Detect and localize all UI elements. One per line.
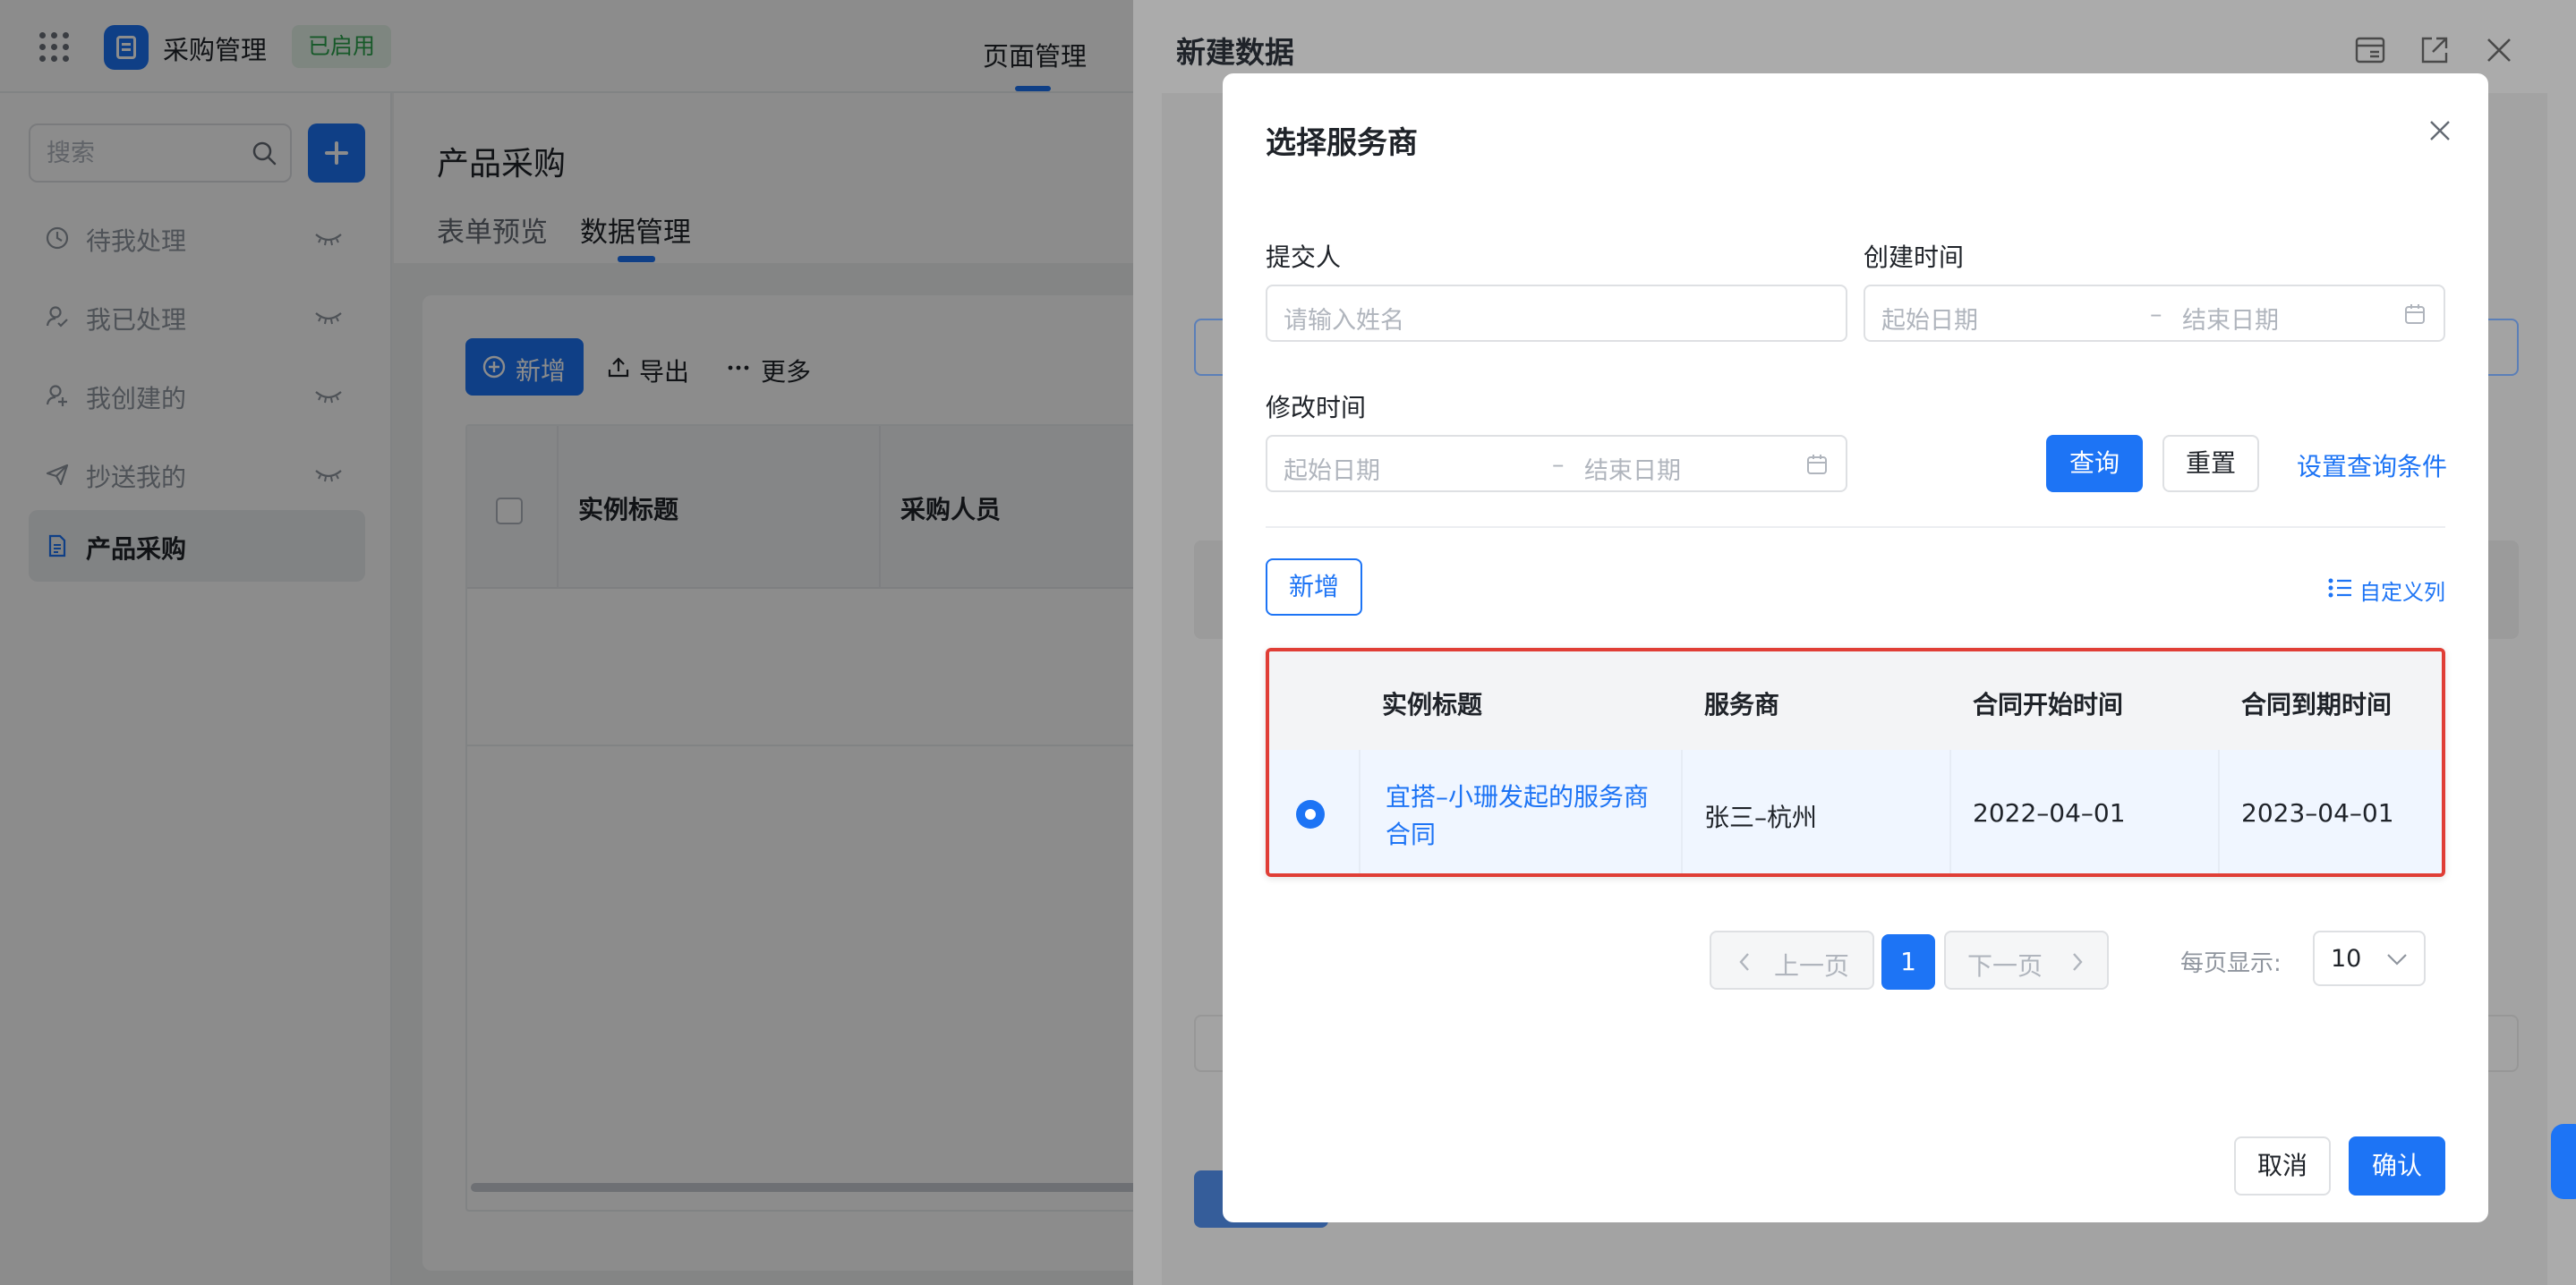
open-new-window-icon[interactable] (2417, 32, 2452, 68)
start-date-placeholder: 起始日期 (1881, 307, 1978, 335)
range-separator: – (2150, 301, 2162, 328)
provider-table: 实例标题 服务商 合同开始时间 合同到期时间 宜搭–小珊发起的服务商合同 张三–… (1266, 648, 2445, 877)
modal-new-button[interactable]: 新增 (1266, 558, 1362, 616)
provider-cell: 张三–杭州 (1704, 803, 1818, 832)
confirm-button[interactable]: 确认 (2349, 1136, 2445, 1196)
table-row[interactable]: 宜搭–小珊发起的服务商合同 张三–杭州 2022–04–01 2023–04–0… (1269, 750, 2442, 873)
chat-float-button[interactable] (2551, 1124, 2576, 1199)
page-size-select[interactable]: 10 (2313, 931, 2426, 986)
layout-icon[interactable] (2352, 32, 2388, 68)
page-size-label: 每页显示: (2180, 950, 2282, 977)
prev-page-button[interactable]: 上一页 (1710, 931, 1874, 990)
modified-date-range[interactable]: 起始日期 – 结束日期 (1266, 435, 1847, 492)
end-date-placeholder: 结束日期 (1584, 457, 1681, 485)
reset-button[interactable]: 重置 (2162, 435, 2259, 492)
close-icon[interactable] (2427, 118, 2452, 143)
next-page-button[interactable]: 下一页 (1944, 931, 2109, 990)
column-header[interactable]: 合同到期时间 (2241, 685, 2392, 721)
submitter-field[interactable]: 请输入姓名 (1266, 285, 1847, 342)
query-button[interactable]: 查询 (2046, 435, 2143, 492)
calendar-icon (1807, 455, 1827, 474)
contract-end-cell: 2023–04–01 (2241, 798, 2394, 828)
modified-time-label: 修改时间 (1266, 393, 1367, 422)
drawer-title: 新建数据 (1176, 35, 1294, 70)
column-header[interactable]: 实例标题 (1382, 685, 1482, 721)
page-size-value: 10 (2331, 945, 2362, 973)
chevron-left-icon (1739, 953, 1749, 971)
page-number-current[interactable]: 1 (1881, 934, 1935, 990)
column-header[interactable]: 合同开始时间 (1973, 685, 2123, 721)
divider (1266, 526, 2445, 528)
list-settings-icon (2328, 578, 2351, 598)
row-select-radio[interactable] (1296, 800, 1325, 829)
start-date-placeholder: 起始日期 (1284, 457, 1380, 485)
prev-page-label: 上一页 (1774, 951, 1850, 981)
chevron-down-icon (2387, 954, 2407, 966)
next-page-label: 下一页 (1967, 951, 2043, 981)
column-header[interactable]: 服务商 (1704, 685, 1779, 721)
range-separator: – (1552, 451, 1565, 479)
cancel-button[interactable]: 取消 (2234, 1136, 2331, 1196)
table-header: 实例标题 服务商 合同开始时间 合同到期时间 (1269, 651, 2442, 750)
close-icon[interactable] (2481, 32, 2517, 68)
chevron-right-icon (2073, 953, 2083, 971)
select-provider-modal: 选择服务商 提交人 请输入姓名 创建时间 起始日期 – 结束日期 修改时间 起始… (1223, 73, 2488, 1222)
end-date-placeholder: 结束日期 (2182, 307, 2279, 335)
custom-columns-label: 自定义列 (2359, 580, 2445, 605)
submitter-label: 提交人 (1266, 243, 1342, 272)
created-date-range[interactable]: 起始日期 – 结束日期 (1864, 285, 2445, 342)
calendar-icon (2405, 304, 2425, 324)
submitter-placeholder: 请输入姓名 (1284, 307, 1404, 335)
contract-start-cell: 2022–04–01 (1973, 798, 2126, 828)
modal-title: 选择服务商 (1266, 125, 1418, 161)
instance-title-link[interactable]: 宜搭–小珊发起的服务商合同 (1386, 779, 1663, 854)
set-conditions-link[interactable]: 设置查询条件 (2297, 447, 2447, 483)
created-time-label: 创建时间 (1864, 243, 1965, 272)
